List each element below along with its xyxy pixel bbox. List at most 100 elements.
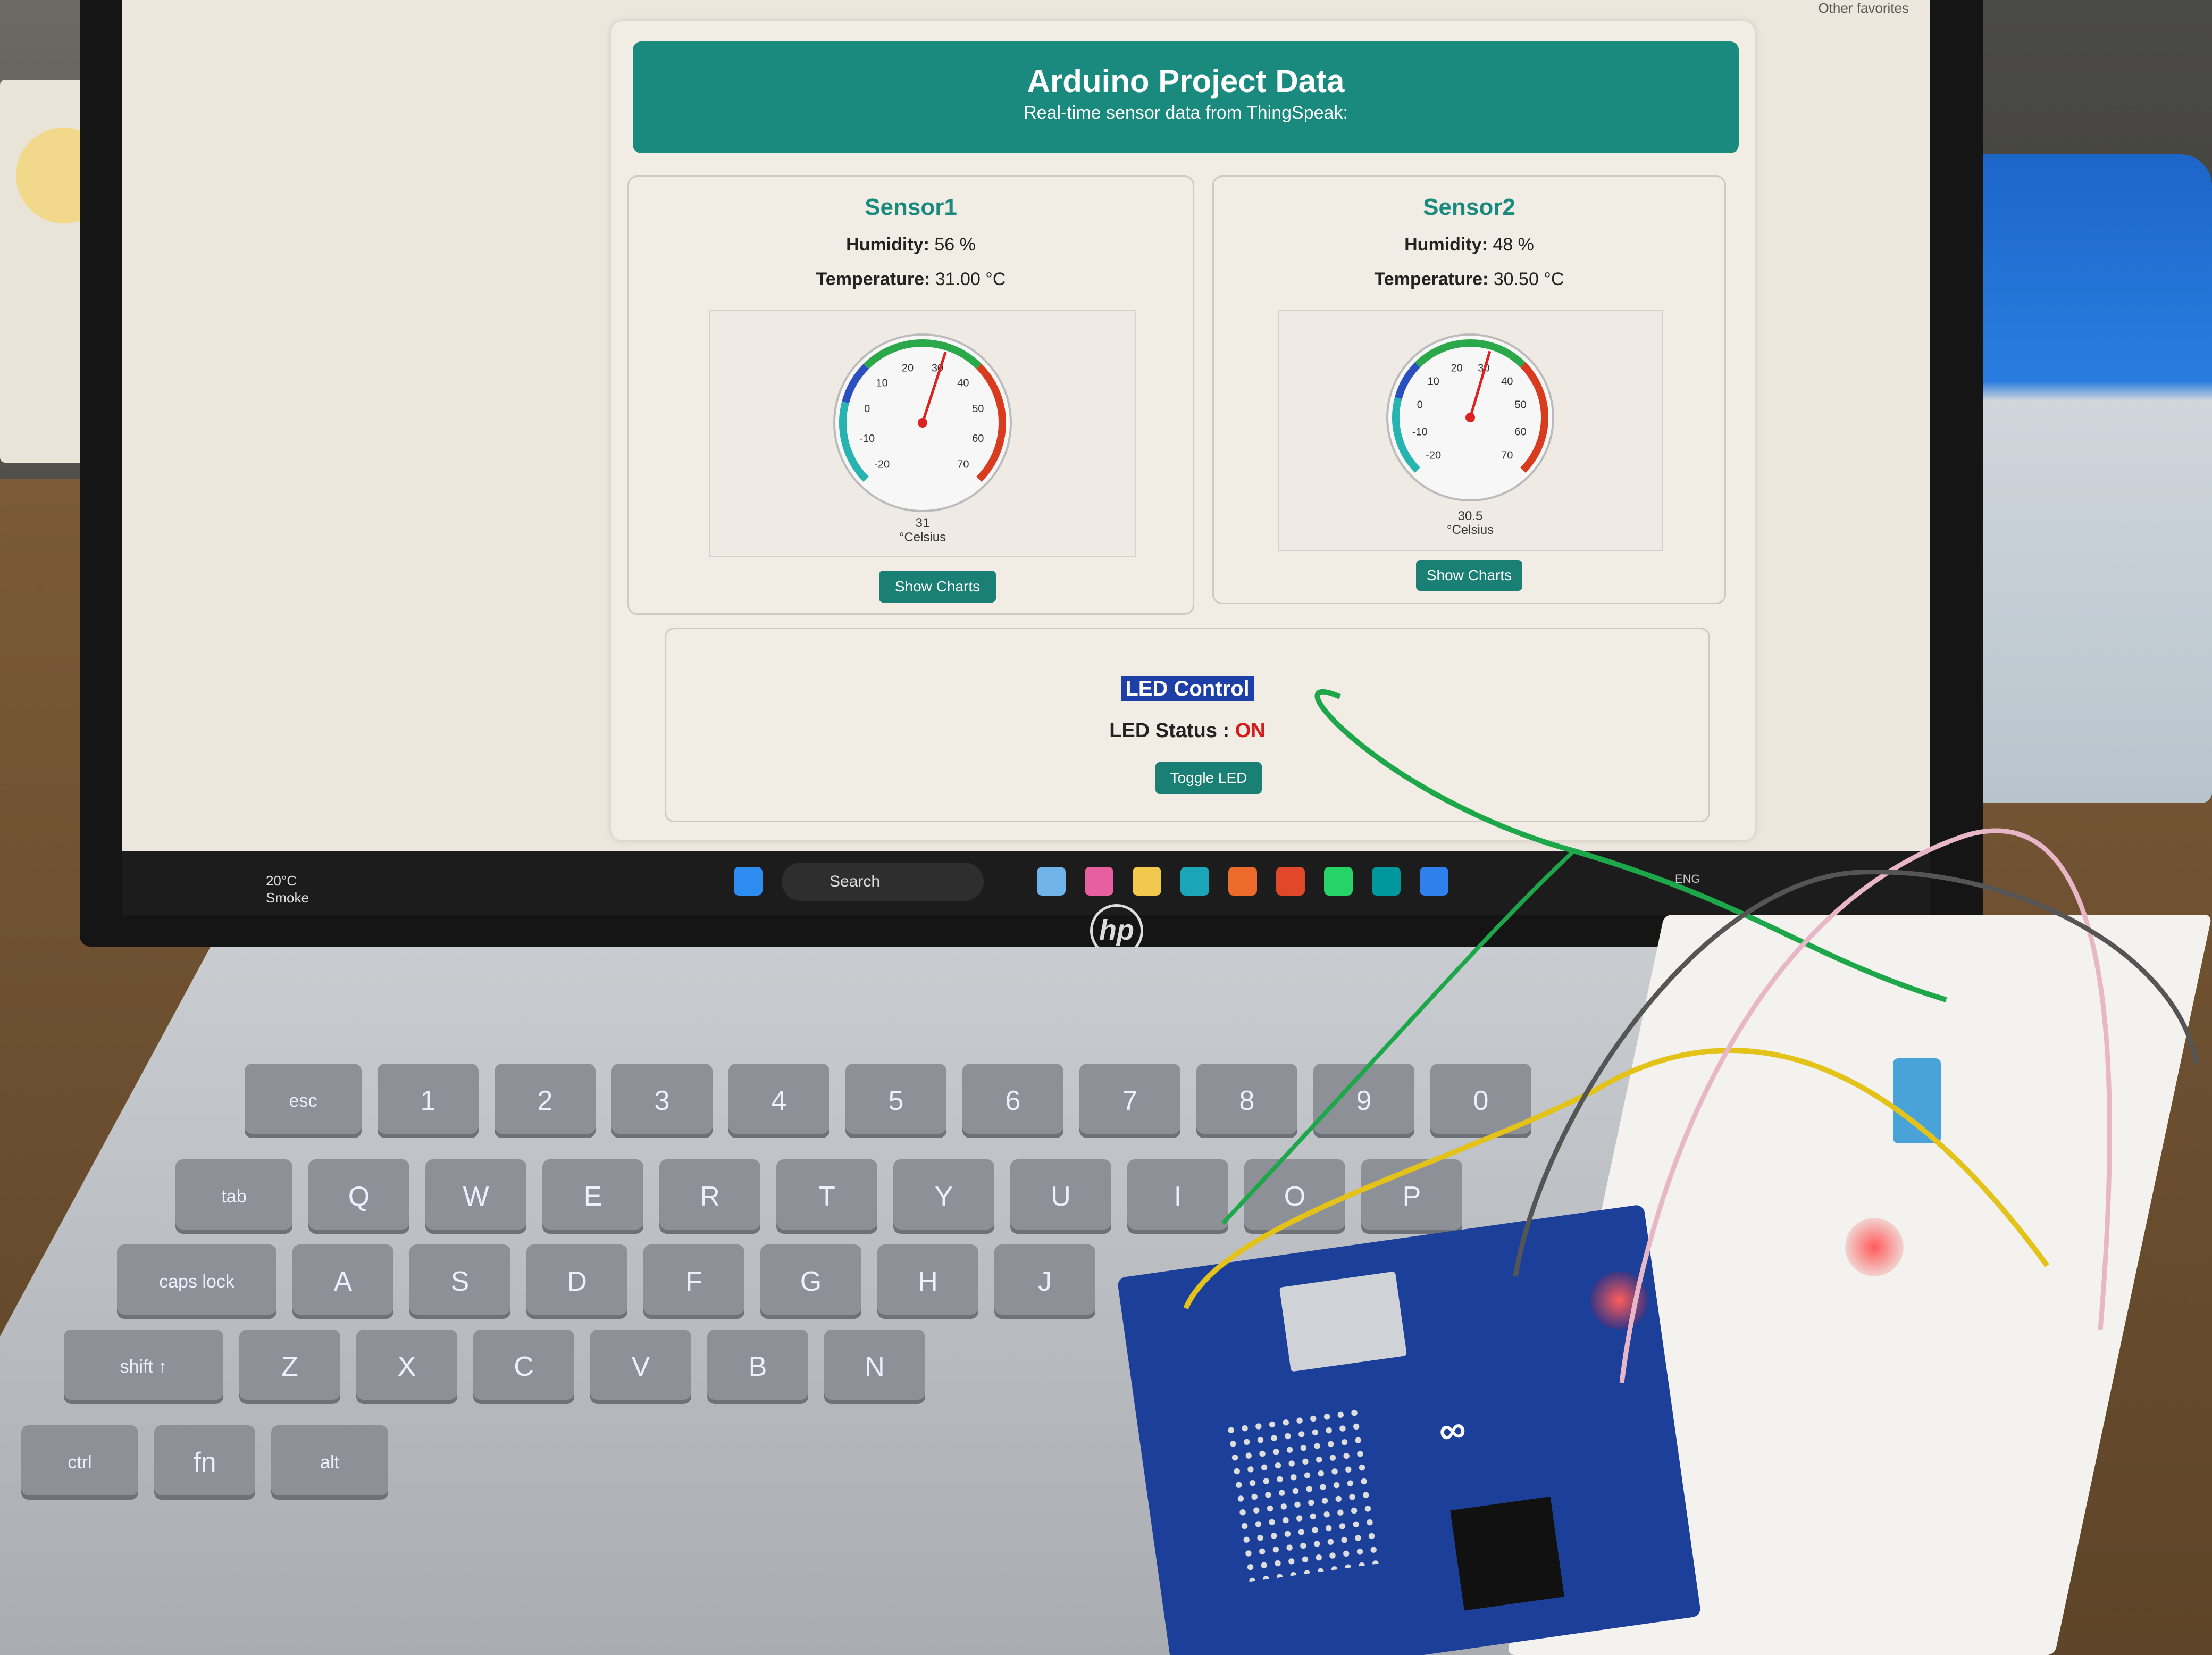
key-2[interactable]: 2 xyxy=(495,1064,596,1138)
gauge-tick-label: -20 xyxy=(874,458,890,470)
microcontroller-chip xyxy=(1450,1496,1564,1611)
key-j[interactable]: J xyxy=(994,1244,1095,1319)
temperature-gauge: -20-10010203040506070 xyxy=(1386,333,1554,501)
temperature-value: 30.50 °C xyxy=(1493,269,1564,289)
temperature-value: 31.00 °C xyxy=(935,269,1006,289)
weather-widget[interactable]: 20°C Smoke xyxy=(266,872,309,906)
page-subtitle: Real-time sensor data from ThingSpeak: xyxy=(1024,103,1348,123)
humidity-line: Humidity: 56 % xyxy=(629,235,1193,255)
temperature-line: Temperature: 30.50 °C xyxy=(1214,269,1724,290)
key-4[interactable]: 4 xyxy=(728,1064,830,1138)
start-icon[interactable] xyxy=(734,867,763,896)
key-q[interactable]: Q xyxy=(308,1159,409,1234)
arduino-ide-icon[interactable] xyxy=(1372,867,1401,896)
gauge-tick-label: 70 xyxy=(957,458,969,470)
key-shift-[interactable]: shift ↑ xyxy=(64,1330,223,1404)
weather-temp: 20°C xyxy=(266,873,297,889)
wifi-module xyxy=(1279,1271,1407,1372)
gauge-tick-label: -10 xyxy=(859,433,875,445)
key-v[interactable]: V xyxy=(590,1330,691,1404)
favorites-bar[interactable]: Other favorites xyxy=(1818,0,1909,16)
gauge-tick-label: 10 xyxy=(1428,376,1439,388)
gauge-container: -20-10010203040506070 30.5 °Celsius xyxy=(1278,310,1663,551)
key-9[interactable]: 9 xyxy=(1313,1064,1414,1138)
store-icon[interactable] xyxy=(1228,867,1257,896)
gauge-tick-label: 70 xyxy=(1501,449,1513,461)
key-z[interactable]: Z xyxy=(239,1330,340,1404)
key-g[interactable]: G xyxy=(760,1244,861,1319)
humidity-value: 56 % xyxy=(934,235,976,255)
key-alt[interactable]: alt xyxy=(271,1425,388,1500)
key-e[interactable]: E xyxy=(542,1159,643,1234)
taskbar-search[interactable]: Search xyxy=(782,863,984,901)
gauge-reading: 30.5 xyxy=(1457,509,1483,523)
sensor-card-1: Sensor1 Humidity: 56 % Temperature: 31.0… xyxy=(627,175,1194,615)
folder-icon[interactable] xyxy=(1133,867,1161,896)
key-caps-lock[interactable]: caps lock xyxy=(117,1244,276,1319)
key-o[interactable]: O xyxy=(1244,1159,1345,1234)
page-title: Arduino Project Data xyxy=(1027,63,1345,99)
edge-icon[interactable] xyxy=(1180,867,1209,896)
vscode-icon[interactable] xyxy=(1420,867,1448,896)
key-esc[interactable]: esc xyxy=(245,1064,362,1138)
key-ctrl[interactable]: ctrl xyxy=(21,1425,138,1500)
key-1[interactable]: 1 xyxy=(378,1064,479,1138)
key-6[interactable]: 6 xyxy=(962,1064,1063,1138)
dashboard-page: Arduino Project Data Real-time sensor da… xyxy=(611,21,1755,840)
key-s[interactable]: S xyxy=(409,1244,510,1319)
led-title: LED Control xyxy=(666,676,1708,701)
gauge-tick-label: 0 xyxy=(864,403,870,415)
key-i[interactable]: I xyxy=(1127,1159,1228,1234)
key-5[interactable]: 5 xyxy=(845,1064,946,1138)
key-d[interactable]: D xyxy=(526,1244,627,1319)
copilot-icon[interactable] xyxy=(1085,867,1113,896)
whatsapp-icon[interactable] xyxy=(1324,867,1353,896)
dht-sensor xyxy=(1893,1058,1941,1143)
gauge-tick-label: 10 xyxy=(876,378,888,389)
key-tab[interactable]: tab xyxy=(175,1159,292,1234)
key-h[interactable]: H xyxy=(877,1244,978,1319)
key-fn[interactable]: fn xyxy=(154,1425,255,1500)
key-p[interactable]: P xyxy=(1361,1159,1462,1234)
key-8[interactable]: 8 xyxy=(1196,1064,1297,1138)
sensor-name: Sensor1 xyxy=(865,194,957,220)
temperature-gauge: -20-10010203040506070 xyxy=(833,333,1012,512)
gauge-tick-label: 40 xyxy=(957,378,969,389)
gauge-tick-label: 0 xyxy=(1417,399,1423,411)
key-7[interactable]: 7 xyxy=(1079,1064,1180,1138)
gauge-unit: °Celsius xyxy=(1446,523,1494,537)
gauge-tick-label: -20 xyxy=(1426,449,1441,461)
show-charts-button[interactable]: Show Charts xyxy=(1416,560,1522,591)
show-charts-button[interactable]: Show Charts xyxy=(879,571,996,603)
humidity-label: Humidity: xyxy=(1404,235,1488,255)
gauge-unit: °Celsius xyxy=(899,530,946,545)
key-x[interactable]: X xyxy=(356,1330,457,1404)
key-0[interactable]: 0 xyxy=(1430,1064,1531,1138)
gauge-tick-label: 60 xyxy=(972,433,984,445)
gauge-tick-label: 60 xyxy=(1515,426,1527,438)
key-u[interactable]: U xyxy=(1010,1159,1111,1234)
sensor-name: Sensor2 xyxy=(1423,194,1515,220)
page-header: Arduino Project Data Real-time sensor da… xyxy=(633,41,1739,153)
file-explorer-icon[interactable] xyxy=(1037,867,1066,896)
red-led-glow xyxy=(1590,1271,1648,1330)
key-r[interactable]: R xyxy=(659,1159,760,1234)
language-indicator[interactable]: ENG xyxy=(1675,872,1700,886)
gauge-reading: 31 xyxy=(915,516,930,530)
key-y[interactable]: Y xyxy=(893,1159,994,1234)
key-f[interactable]: F xyxy=(643,1244,744,1319)
humidity-label: Humidity: xyxy=(846,235,929,255)
toggle-led-button[interactable]: Toggle LED xyxy=(1155,762,1262,794)
key-b[interactable]: B xyxy=(707,1330,808,1404)
key-3[interactable]: 3 xyxy=(611,1064,713,1138)
brave-icon[interactable] xyxy=(1276,867,1305,896)
key-n[interactable]: N xyxy=(824,1330,925,1404)
key-c[interactable]: C xyxy=(473,1330,574,1404)
led-matrix xyxy=(1223,1405,1382,1583)
led-status-label: LED Status : xyxy=(1109,720,1230,742)
key-a[interactable]: A xyxy=(292,1244,393,1319)
key-t[interactable]: T xyxy=(776,1159,877,1234)
gauge-tick-label: 20 xyxy=(902,363,914,374)
sensor-card-2: Sensor2 Humidity: 48 % Temperature: 30.5… xyxy=(1212,175,1726,604)
key-w[interactable]: W xyxy=(425,1159,526,1234)
